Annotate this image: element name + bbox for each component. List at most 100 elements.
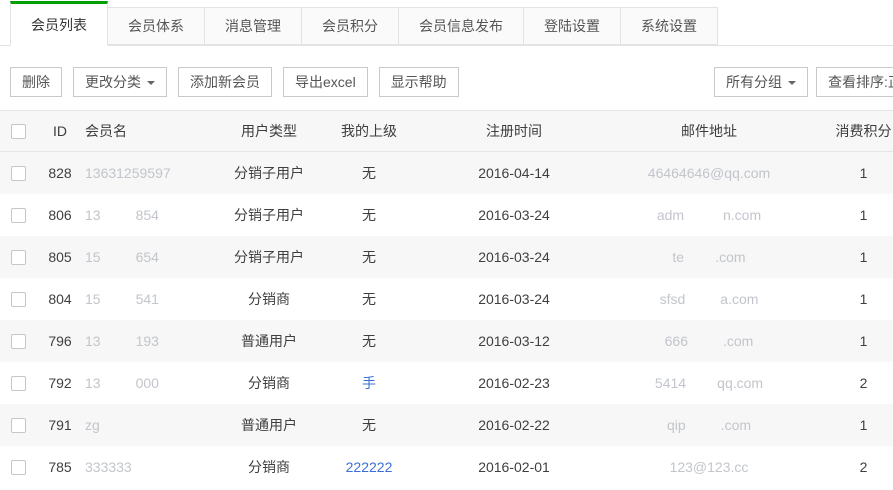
tab-member-info-publish[interactable]: 会员信息发布 — [398, 7, 524, 45]
upline-value[interactable]: 222222 — [346, 459, 393, 475]
show-help-button[interactable]: 显示帮助 — [379, 67, 459, 97]
button-label: 删除 — [22, 74, 50, 90]
col-header-user-type: 用户类型 — [224, 121, 314, 141]
select-all-checkbox[interactable] — [11, 124, 26, 139]
upline-cell: 无 — [314, 415, 424, 435]
row-checkbox[interactable] — [11, 418, 26, 433]
row-checkbox[interactable] — [11, 376, 26, 391]
upline-value: 无 — [362, 333, 376, 349]
user-type-cell: 分销商 — [224, 373, 314, 393]
upline-value: 无 — [362, 207, 376, 223]
table-row: 804 15 541 分销商 无 2016-03-24 sfsd a.com 1 — [0, 278, 893, 320]
tab-label: 会员积分 — [322, 18, 378, 34]
upline-value[interactable]: 手 — [362, 375, 376, 391]
table-row: 806 13 854 分销子用户 无 2016-03-24 adm n.com … — [0, 194, 893, 236]
button-label: 更改分类 — [85, 74, 141, 90]
user-type-cell: 分销商 — [224, 289, 314, 309]
col-header-id: ID — [36, 123, 84, 139]
tab-bar: 会员列表 会员体系 消息管理 会员积分 会员信息发布 登陆设置 系统设置 — [0, 0, 893, 46]
button-label: 导出excel — [295, 74, 356, 90]
upline-cell: 无 — [314, 205, 424, 225]
upline-cell: 无 — [314, 163, 424, 183]
points-cell: 1 — [834, 207, 893, 223]
user-type-cell: 分销子用户 — [224, 205, 314, 225]
register-date-cell: 2016-03-12 — [424, 333, 604, 349]
email-cell: 5414 qq.com — [604, 375, 834, 391]
register-date-cell: 2016-02-23 — [424, 375, 604, 391]
member-name-cell: 15 654 — [84, 249, 224, 265]
table-row: 828 13631259597 分销子用户 无 2016-04-14 46464… — [0, 152, 893, 194]
toolbar-right-group: 所有分组 查看排序:正常排序 — [714, 67, 893, 97]
row-checkbox[interactable] — [11, 334, 26, 349]
header-checkbox-cell — [0, 124, 36, 139]
row-checkbox-cell — [0, 250, 36, 265]
sort-order-button[interactable]: 查看排序:正常排序 — [816, 67, 893, 97]
register-date-cell: 2016-04-14 — [424, 165, 604, 181]
points-cell: 1 — [834, 291, 893, 307]
register-date-cell: 2016-03-24 — [424, 207, 604, 223]
upline-value: 无 — [362, 249, 376, 265]
tab-member-system[interactable]: 会员体系 — [107, 7, 205, 45]
col-header-username: 会员名 — [84, 121, 224, 141]
col-header-points: 消费积分 — [834, 121, 893, 141]
row-checkbox[interactable] — [11, 250, 26, 265]
member-id-cell: 805 — [36, 249, 84, 265]
add-member-button[interactable]: 添加新会员 — [178, 67, 272, 97]
email-cell: adm n.com — [604, 207, 834, 223]
row-checkbox-cell — [0, 334, 36, 349]
email-cell: 46464646@qq.com — [604, 165, 834, 181]
member-table: ID 会员名 用户类型 我的上级 注册时间 邮件地址 消费积分 828 1363… — [0, 110, 893, 488]
chevron-down-icon — [788, 81, 796, 85]
register-date-cell: 2016-02-01 — [424, 459, 604, 475]
tab-login-settings[interactable]: 登陆设置 — [523, 7, 621, 45]
row-checkbox[interactable] — [11, 208, 26, 223]
member-id-cell: 785 — [36, 459, 84, 475]
row-checkbox[interactable] — [11, 292, 26, 307]
member-id-cell: 792 — [36, 375, 84, 391]
col-header-upline: 我的上级 — [314, 121, 424, 141]
table-row: 791 zg 普通用户 无 2016-02-22 qip .com 1 — [0, 404, 893, 446]
tab-label: 登陆设置 — [544, 18, 600, 34]
points-cell: 1 — [834, 249, 893, 265]
user-type-cell: 分销子用户 — [224, 247, 314, 267]
member-name-cell: 15 541 — [84, 291, 224, 307]
col-header-register-date: 注册时间 — [424, 121, 604, 141]
register-date-cell: 2016-03-24 — [424, 291, 604, 307]
member-id-cell: 796 — [36, 333, 84, 349]
tab-label: 系统设置 — [641, 18, 697, 34]
tab-member-list[interactable]: 会员列表 — [10, 1, 108, 46]
upline-cell: 无 — [314, 247, 424, 267]
member-name-cell: 13 000 — [84, 375, 224, 391]
upline-value: 无 — [362, 417, 376, 433]
tab-member-points[interactable]: 会员积分 — [301, 7, 399, 45]
toolbar: 删除 更改分类 添加新会员 导出excel 显示帮助 — [0, 46, 893, 110]
tab-label: 会员体系 — [128, 18, 184, 34]
button-label: 添加新会员 — [190, 74, 260, 90]
row-checkbox-cell — [0, 292, 36, 307]
member-id-cell: 791 — [36, 417, 84, 433]
table-row: 785 333333 分销商 222222 2016-02-01 123@123… — [0, 446, 893, 488]
chevron-down-icon — [147, 81, 155, 85]
points-cell: 2 — [834, 459, 893, 475]
points-cell: 2 — [834, 375, 893, 391]
tab-system-settings[interactable]: 系统设置 — [620, 7, 718, 45]
email-cell: te .com — [604, 249, 834, 265]
member-name-cell: 13631259597 — [84, 165, 224, 181]
upline-value: 无 — [362, 165, 376, 181]
delete-button[interactable]: 删除 — [10, 67, 62, 97]
export-excel-button[interactable]: 导出excel — [283, 67, 368, 97]
upline-cell: 手 — [314, 373, 424, 393]
points-cell: 1 — [834, 417, 893, 433]
col-header-email: 邮件地址 — [604, 121, 834, 141]
tab-label: 会员列表 — [31, 17, 87, 33]
row-checkbox[interactable] — [11, 166, 26, 181]
email-cell: qip .com — [604, 417, 834, 433]
row-checkbox[interactable] — [11, 460, 26, 475]
change-category-dropdown[interactable]: 更改分类 — [73, 67, 167, 97]
member-id-cell: 804 — [36, 291, 84, 307]
member-name-cell: 13 854 — [84, 207, 224, 223]
row-checkbox-cell — [0, 166, 36, 181]
tab-message-management[interactable]: 消息管理 — [204, 7, 302, 45]
all-groups-dropdown[interactable]: 所有分组 — [714, 67, 808, 97]
points-cell: 1 — [834, 333, 893, 349]
